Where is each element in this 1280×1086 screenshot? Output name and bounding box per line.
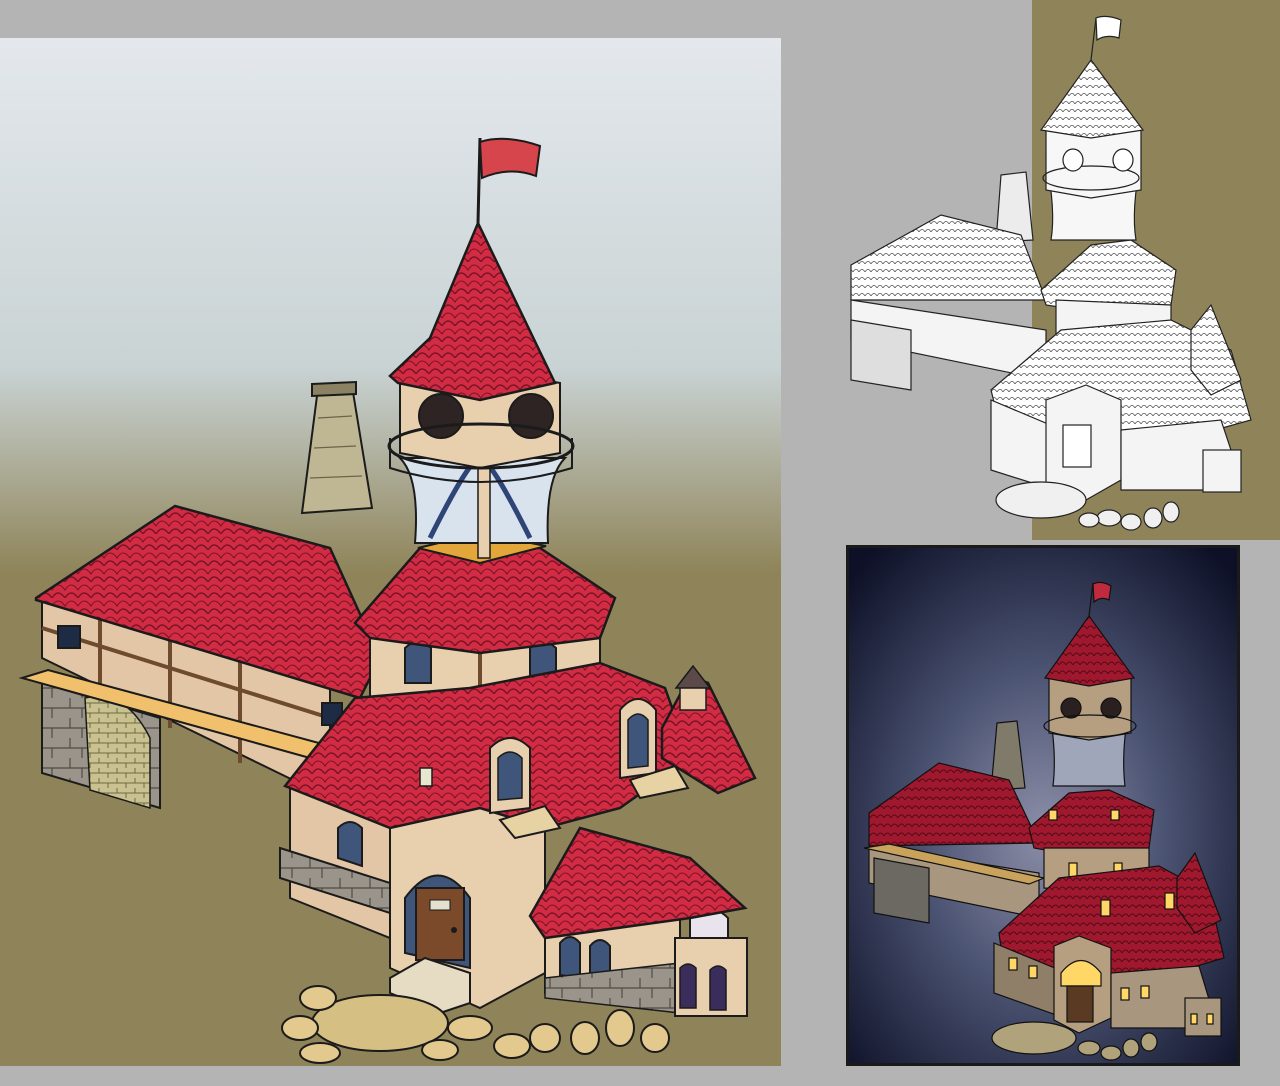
front-door [1066,985,1094,1023]
stone-arch [850,319,912,391]
door-sign [429,899,451,911]
door-knob-icon [451,927,457,933]
line-art-illustration [850,15,1252,531]
clock-face-icon [1062,148,1084,172]
conical-spire-roof [1039,58,1145,139]
bell-tower-support [397,455,568,559]
window [1164,892,1175,910]
stone-arch [873,857,930,924]
main-house-illustration [0,38,781,1066]
front-door [1062,424,1092,468]
main-illustration-panel [0,38,781,1066]
night-illustration-panel [846,545,1240,1066]
window [1068,862,1078,878]
night-house-illustration [849,548,1237,1063]
front-door [415,887,465,961]
clock-face-icon [1112,148,1134,172]
window [57,625,81,649]
flag [1095,15,1122,42]
window [1100,899,1111,917]
lantern-icon [419,767,433,787]
window [337,821,363,868]
flagpole [1090,17,1097,61]
clock-face-icon [418,393,464,439]
window [1120,987,1130,1001]
window [404,641,432,684]
side-turret [1202,449,1242,493]
line-art-panel [841,0,1280,540]
window [1140,985,1150,999]
window [559,936,581,980]
